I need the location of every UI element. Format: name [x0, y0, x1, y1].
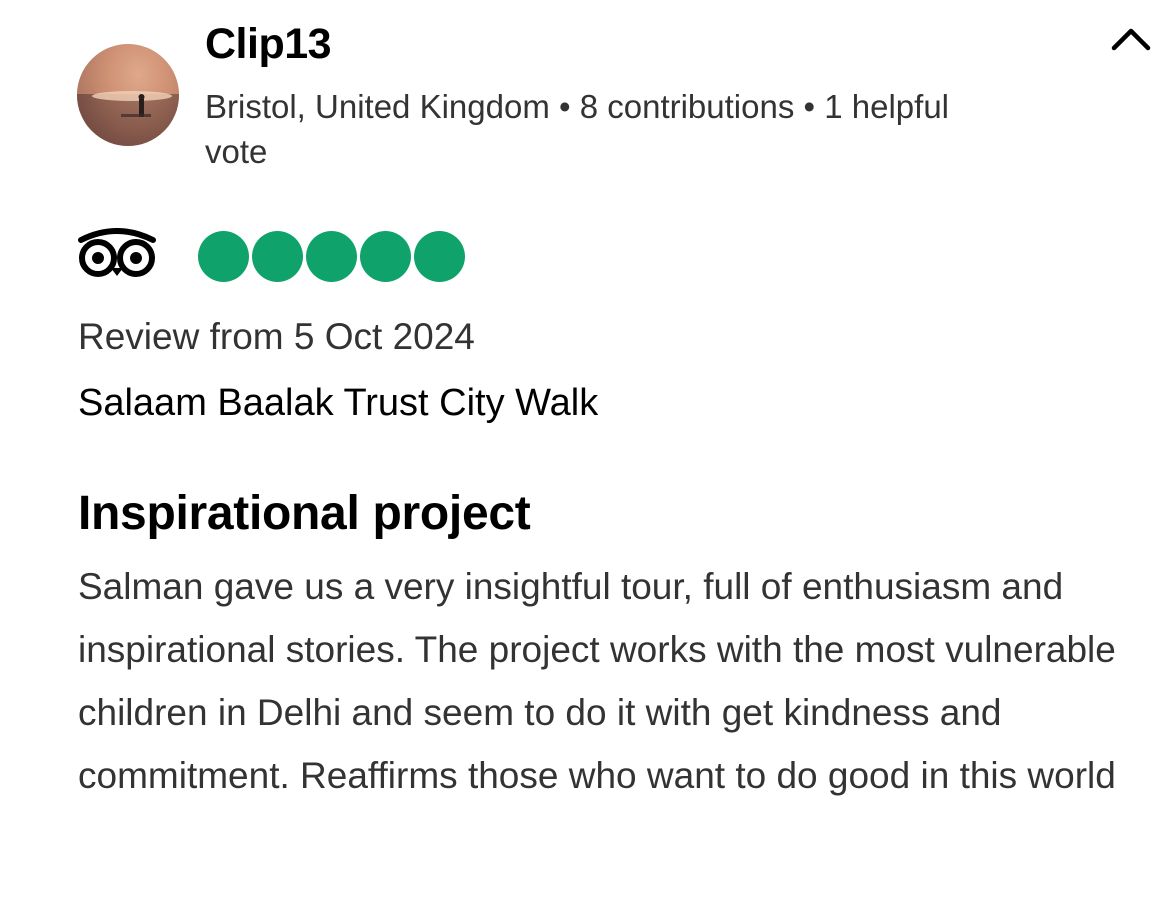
- chevron-up-icon[interactable]: [1106, 20, 1156, 60]
- reviewer-name[interactable]: Clip13: [205, 20, 332, 69]
- rating-bubble-filled: [198, 231, 249, 282]
- rating-bubble-filled: [360, 231, 411, 282]
- reviewer-avatar[interactable]: [77, 44, 179, 146]
- reviewer-info: Bristol, United Kingdom • 8 contribution…: [205, 88, 949, 170]
- review-body: Salman gave us a very insightful tour, f…: [78, 566, 1116, 796]
- tripadvisor-owl-icon: [77, 228, 157, 278]
- rating-bubble-filled: [252, 231, 303, 282]
- rating-bubble-filled: [414, 231, 465, 282]
- review-activity-link[interactable]: Salaam Baalak Trust City Walk: [78, 382, 598, 425]
- rating-bubbles: [198, 231, 465, 283]
- review-title: Inspirational project: [78, 487, 531, 540]
- review-date: Review from 5 Oct 2024: [78, 316, 475, 357]
- rating-bubble-filled: [306, 231, 357, 282]
